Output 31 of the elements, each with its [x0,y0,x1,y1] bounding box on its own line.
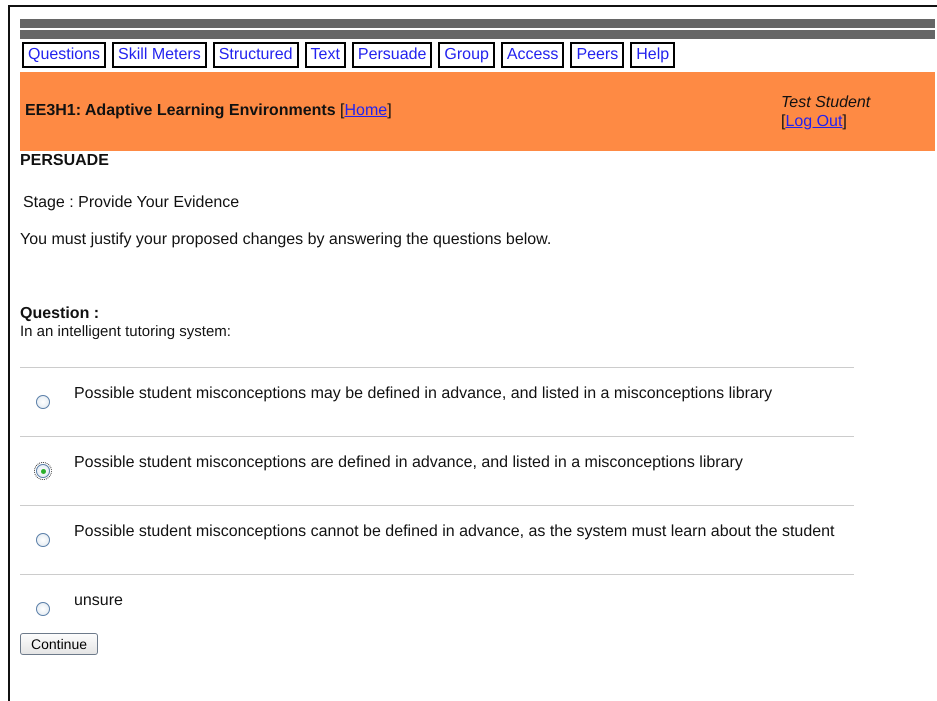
bracket: [ [340,102,344,119]
nav-tab[interactable]: Help [630,42,676,68]
nav-tab[interactable]: Peers [570,42,624,68]
nav-tab[interactable]: Structured [212,42,299,68]
option-label[interactable]: Possible student misconceptions are defined in advance, and listed in a misconceptions library [74,454,743,472]
radio-button[interactable] [36,395,50,409]
page-title: PERSUADE [20,152,110,170]
nav-tab[interactable]: Skill Meters [112,42,207,68]
nav-tab[interactable]: Questions [22,42,106,68]
question-text: In an intelligent tutoring system: [20,323,232,340]
stage-label: Stage : Provide Your Evidence [23,194,240,212]
home-link[interactable]: Home [344,102,388,119]
bracket: ] [387,102,392,119]
option-label[interactable]: unsure [74,592,123,610]
bracket: [ [781,113,786,130]
nav-tab[interactable]: Access [500,42,564,68]
option-label[interactable]: Possible student misconceptions cannot be defined in advance, as the system must learn about the student [74,523,834,541]
bracket: ] [842,113,847,130]
instruction-text: You must justify your proposed changes by answering the questions below. [20,231,552,249]
radio-button[interactable] [36,464,50,478]
continue-button[interactable]: Continue [20,633,98,655]
nav-tab[interactable]: Text [304,42,346,68]
course-title: EE3H1: Adaptive Learning Environments [25,102,336,119]
logout-link[interactable]: Log Out [785,113,842,130]
question-heading: Question : [20,305,100,323]
user-name: Test Student [781,94,870,111]
radio-button[interactable] [36,602,50,616]
nav-tab[interactable]: Group [438,42,495,68]
nav-tab[interactable]: Persuade [352,42,432,68]
option-label[interactable]: Possible student misconceptions may be defined in advance, and listed in a misconceptions library [74,385,772,403]
radio-button[interactable] [36,533,50,547]
